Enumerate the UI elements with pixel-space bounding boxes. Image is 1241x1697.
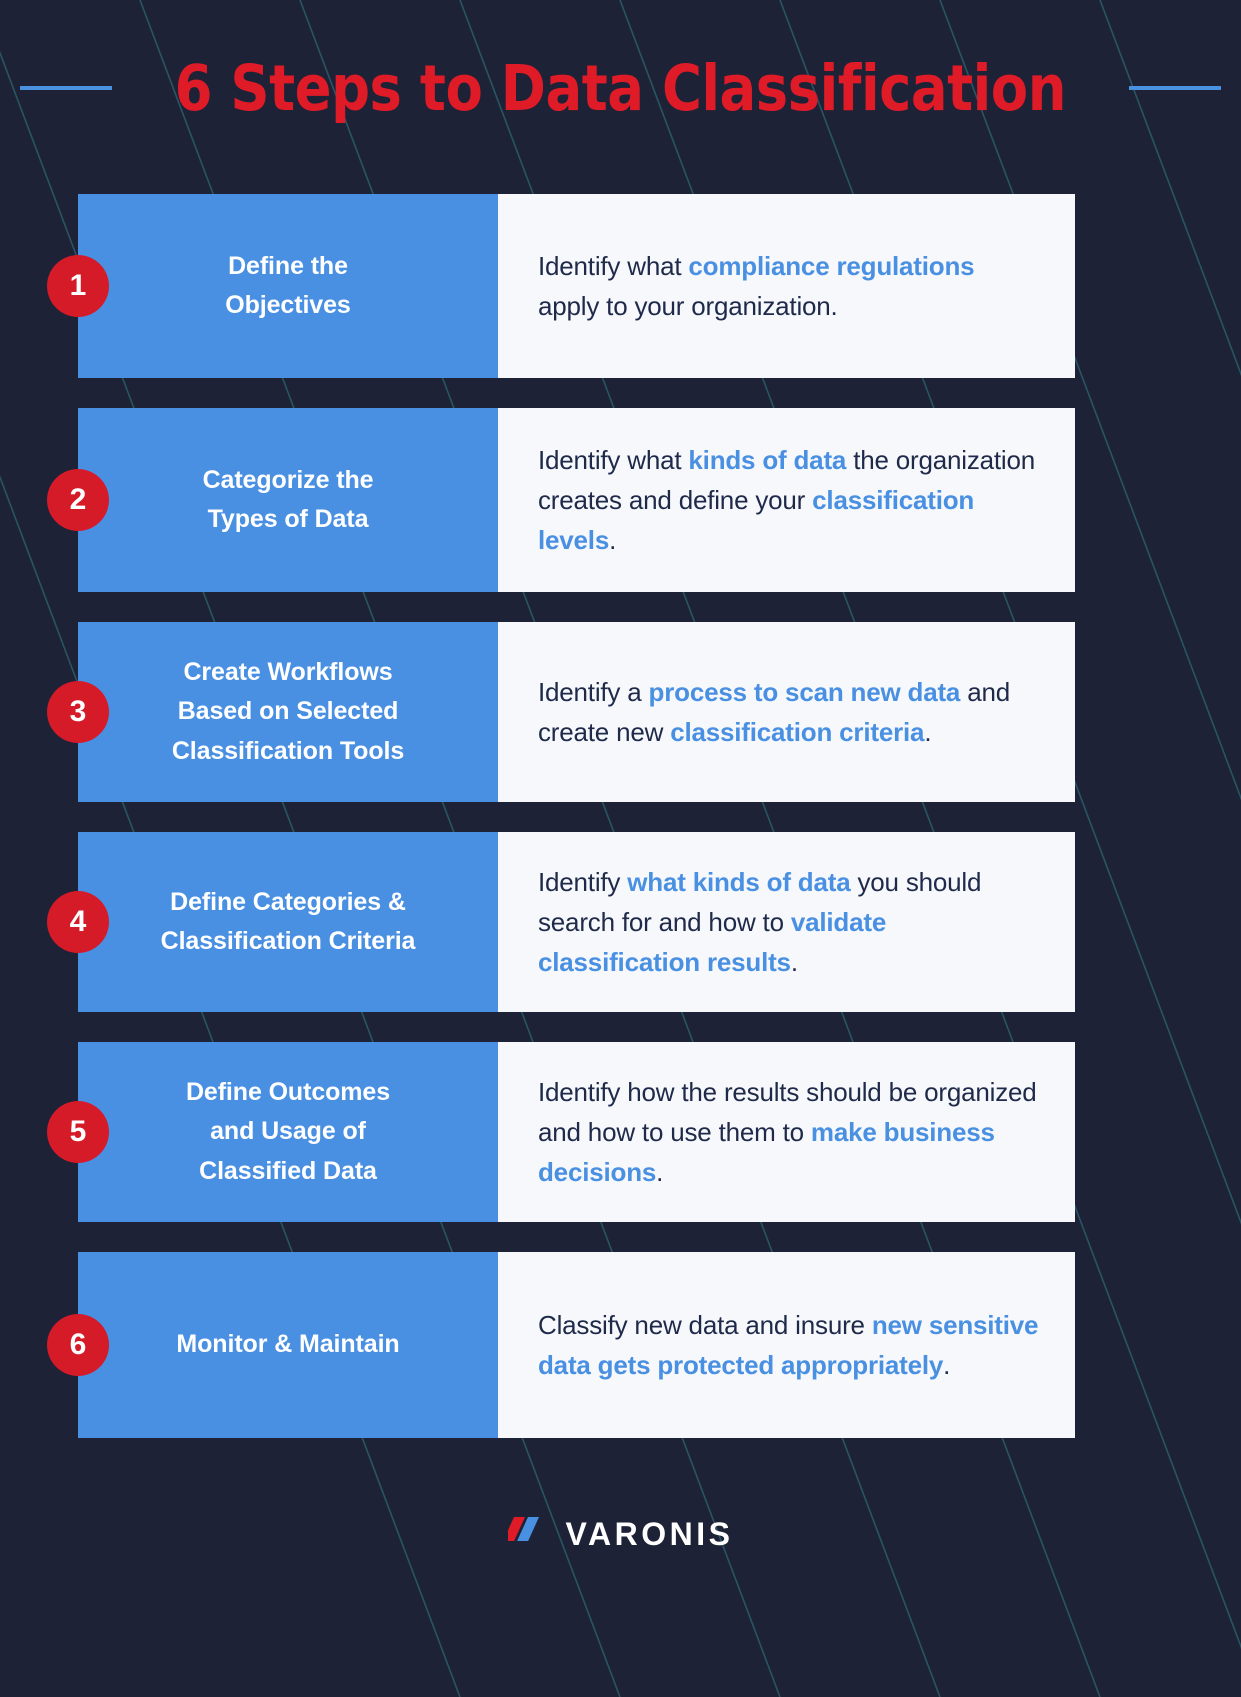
step-card: 5 Define Outcomes and Usage of Classified … <box>47 1042 1075 1222</box>
step-body-panel: Identify a process to scan new data and … <box>498 622 1075 802</box>
step-card: 2 Categorize the Types of Data Identify w… <box>47 408 1075 592</box>
step-number-badge: 1 <box>47 255 109 317</box>
step-number-badge: 3 <box>47 681 109 743</box>
step-body-panel: Identify what kinds of data the organiza… <box>498 408 1075 592</box>
step-body-panel: Classify new data and insure new sensiti… <box>498 1252 1075 1438</box>
step-title-panel: Monitor & Maintain <box>78 1252 498 1438</box>
step-title: Define Outcomes and Usage of Classified Da… <box>185 1077 391 1185</box>
steps-list: 1 Define the Objectives Identify what com… <box>0 176 1241 1438</box>
header: 6 Steps to Data Classification <box>0 0 1241 176</box>
step-body: Identify what kinds of data you should s… <box>538 866 982 978</box>
step-number-badge: 6 <box>47 1314 109 1376</box>
step-title-panel: Create Workflows Based on Selected Classif… <box>78 622 498 802</box>
step-title-panel: Define the Objectives <box>78 194 498 378</box>
step-body: Identify what kinds of data the organiza… <box>538 444 1036 556</box>
step-body: Identify how the results should be organ… <box>538 1076 1037 1188</box>
step-number-badge: 2 <box>47 469 109 531</box>
step-body: Identify a process to scan new data and … <box>538 676 1011 747</box>
step-title-panel: Categorize the Types of Data <box>78 408 498 592</box>
step-body: Identify what compliance regulations app… <box>538 250 975 321</box>
step-body-panel: Identify how the results should be organ… <box>498 1042 1075 1222</box>
step-title: Create Workflows Based on Selected Classif… <box>171 657 405 765</box>
title-rule-left <box>20 86 113 90</box>
infographic-page: 6 Steps to Data Classification 1 Define … <box>0 0 1241 1697</box>
step-title-panel: Define Categories & Classification Criter… <box>78 832 498 1012</box>
step-body-panel: Identify what compliance regulations app… <box>498 194 1075 378</box>
step-title-panel: Define Outcomes and Usage of Classified Da… <box>78 1042 498 1222</box>
step-body: Classify new data and insure new sensiti… <box>538 1309 1039 1380</box>
step-number-badge: 4 <box>47 891 109 953</box>
step-title: Define Categories & Classification Criter… <box>160 887 416 956</box>
step-title: Categorize the Types of Data <box>202 465 374 534</box>
varonis-logo-icon <box>507 1517 539 1541</box>
step-card: 3 Create Workflows Based on Selected Class… <box>47 622 1075 802</box>
step-number-badge: 5 <box>47 1101 109 1163</box>
step-card: 1 Define the Objectives Identify what com… <box>47 194 1075 378</box>
step-title: Define the Objectives <box>225 251 351 320</box>
page-title: 6 Steps to Data Classification <box>174 51 1067 125</box>
step-card: 6 Monitor & Maintain Classify new data a… <box>47 1252 1075 1438</box>
title-rule-right <box>1128 86 1221 90</box>
step-card: 4 Define Categories & Classification Crit… <box>47 832 1075 1012</box>
step-title: Monitor & Maintain <box>176 1330 400 1359</box>
step-body-panel: Identify what kinds of data you should s… <box>498 832 1075 1012</box>
varonis-wordmark: VARONIS <box>565 1515 734 1552</box>
footer: VARONIS <box>0 1484 1241 1584</box>
